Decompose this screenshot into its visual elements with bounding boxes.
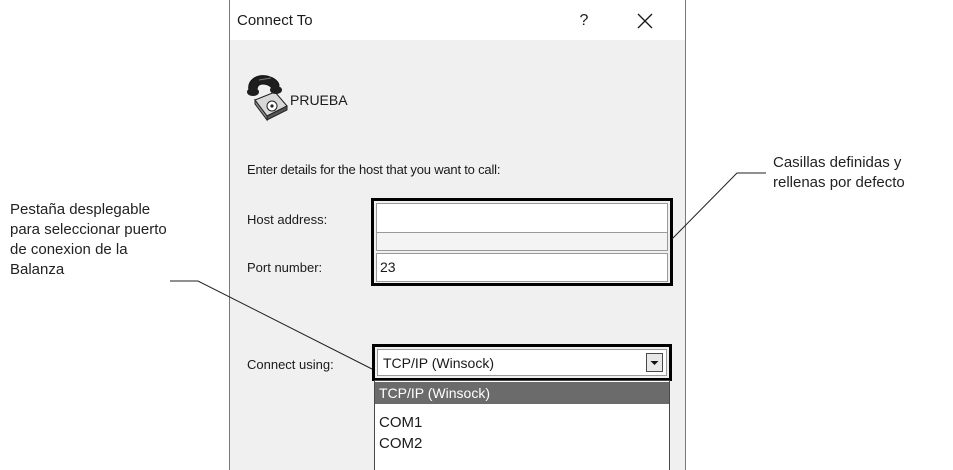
annotation-leader-lines: [170, 172, 766, 370]
